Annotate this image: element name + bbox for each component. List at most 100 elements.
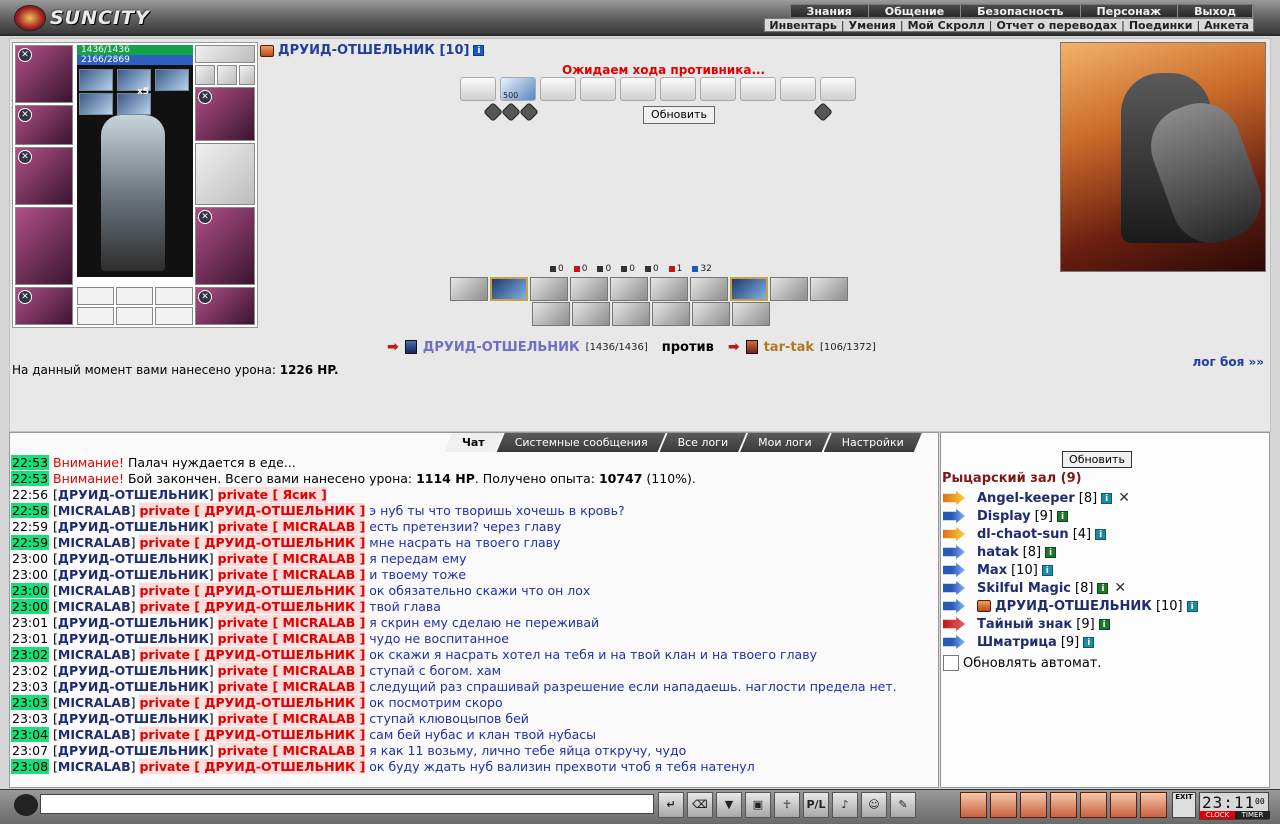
skill-button[interactable] [690,277,728,301]
private-message-icon[interactable] [943,491,965,505]
exit-button[interactable]: EXIT [1172,792,1196,818]
private-message-icon[interactable] [943,563,965,577]
scroll-slot[interactable] [155,307,193,325]
private-target[interactable]: private [ ДРУИД-ОТШЕЛЬНИК ] [139,583,366,598]
private-target[interactable]: private [ MICRALAB ] [217,631,366,646]
sender-nick[interactable]: MICRALAB [58,759,131,774]
info-icon[interactable]: i [1098,618,1110,630]
shield-slot[interactable] [195,143,255,205]
remove-icon[interactable]: ✕ [18,150,32,164]
user-list-item[interactable]: Max [10] i [943,561,1263,579]
sender-nick[interactable]: ДРУИД-ОТШЕЛЬНИК [58,519,209,534]
auto-battle-icon[interactable] [813,102,833,122]
smiley-icon[interactable]: ☺ [861,792,887,818]
user-list-item[interactable]: Шматрица [9] i [943,633,1263,651]
message-time[interactable]: 22:59 [11,519,49,534]
message-time[interactable]: 23:00 [11,567,49,582]
info-icon[interactable]: i [1041,564,1053,576]
tab-all-logs[interactable]: Все логи [660,433,747,452]
sender-nick[interactable]: MICRALAB [58,503,131,518]
sender-nick[interactable]: ДРУИД-ОТШЕЛЬНИК [58,711,209,726]
bag-icon[interactable] [960,792,987,818]
sender-nick[interactable]: ДРУИД-ОТШЕЛЬНИК [58,663,209,678]
attack-icon[interactable] [483,102,503,122]
private-target[interactable]: private [ ДРУИД-ОТШЕЛЬНИК ] [139,759,366,774]
message-time[interactable]: 23:08 [11,759,50,774]
private-target[interactable]: private [ ДРУИД-ОТШЕЛЬНИК ] [139,503,366,518]
user-list-item[interactable]: Skilful Magic [8] i ✕ [943,579,1263,597]
message-time[interactable]: 22:53 [11,471,50,486]
weapon-slot[interactable]: ✕ [15,147,73,205]
magic-icon[interactable] [519,102,539,122]
private-message-icon[interactable] [943,581,965,595]
submenu-duels[interactable]: Поединки [1125,19,1197,32]
private-target[interactable]: private [ ДРУИД-ОТШЕЛЬНИК ] [139,535,366,550]
defense-icon[interactable] [501,102,521,122]
scroll-slot[interactable] [620,77,656,101]
lock-icon[interactable] [1080,792,1107,818]
chat-mode-icon[interactable] [14,794,38,816]
translit-icon[interactable]: ✎ [890,792,916,818]
clock-label[interactable]: CLOCK [1200,811,1235,819]
info-icon[interactable]: i [473,45,485,56]
message-time[interactable]: 23:03 [11,695,50,710]
ring-slot[interactable] [217,65,237,85]
user-list-item[interactable]: ДРУИД-ОТШЕЛЬНИК [10] i [943,597,1263,615]
scroll-slot[interactable] [780,77,816,101]
user-list-item[interactable]: Тайный знак [9] i [943,615,1263,633]
tab-chat[interactable]: Чат [444,433,503,452]
tab-system-messages[interactable]: Системные сообщения [497,433,666,452]
private-target[interactable]: private [ MICRALAB ] [217,551,366,566]
user-name[interactable]: Display [977,509,1031,524]
helmet-slot[interactable]: ✕ [15,45,73,103]
sender-nick[interactable]: MICRALAB [58,599,131,614]
legs-slot[interactable]: ✕ [195,207,255,285]
user-name[interactable]: dl-chaot-sun [977,527,1069,542]
remove-icon[interactable]: ✕ [198,90,212,104]
remove-icon[interactable]: ✕ [18,48,32,62]
ring-slot[interactable] [239,65,255,85]
private-target[interactable]: private [ ДРУИД-ОТШЕЛЬНИК ] [139,599,366,614]
user-name[interactable]: Тайный знак [977,617,1072,632]
gloves-slot[interactable]: ✕ [195,87,255,141]
private-target[interactable]: private [ MICRALAB ] [217,743,366,758]
user-name[interactable]: Angel-keeper [977,491,1075,506]
user-list-item[interactable]: hatak [8] i [943,543,1263,561]
ring-slot[interactable] [195,45,255,63]
message-time[interactable]: 22:53 [11,455,50,470]
private-target[interactable]: private [ MICRALAB ] [217,711,366,726]
friends-icon[interactable] [1110,792,1137,818]
private-target[interactable]: private [ MICRALAB ] [217,519,366,534]
submenu-transfer-report[interactable]: Отчет о переводах [992,19,1121,32]
menu-character[interactable]: Персонаж [1081,5,1179,18]
potion-icon[interactable] [1050,792,1077,818]
tab-my-logs[interactable]: Мои логи [740,433,830,452]
amulet-slot[interactable] [77,287,114,305]
bracers-slot[interactable]: ✕ [15,105,73,145]
suncity-logo[interactable]: SUNCITY [10,3,180,33]
ignore-icon[interactable]: ✕ [1114,580,1126,596]
skill-button[interactable] [652,302,690,326]
flag-icon[interactable] [1140,792,1167,818]
menu-security[interactable]: Безопасность [961,5,1081,18]
filter-icon[interactable]: ▼ [716,792,742,818]
boots-slot[interactable]: ✕ [195,287,255,325]
skill-button-active[interactable] [490,277,528,301]
private-target[interactable]: private [ ДРУИД-ОТШЕЛЬНИК ] [139,727,366,742]
message-time[interactable]: 23:02 [11,647,50,662]
private-target[interactable]: private [ MICRALAB ] [217,663,366,678]
ignore-icon[interactable]: ✕ [1118,490,1130,506]
auto-update-checkbox[interactable] [943,655,959,671]
private-message-icon[interactable] [943,635,965,649]
tab-settings[interactable]: Настройки [824,433,922,452]
buff-icon[interactable] [155,69,189,91]
amulet-slot[interactable] [155,287,193,305]
sender-nick[interactable]: MICRALAB [58,695,131,710]
sound-icon[interactable]: ♪ [832,792,858,818]
private-message-icon[interactable] [943,509,965,523]
private-message-icon[interactable] [943,527,965,541]
sender-nick[interactable]: MICRALAB [58,583,131,598]
armor-slot[interactable] [15,207,73,285]
sender-nick[interactable]: MICRALAB [58,727,131,742]
message-time[interactable]: 22:56 [11,487,49,502]
